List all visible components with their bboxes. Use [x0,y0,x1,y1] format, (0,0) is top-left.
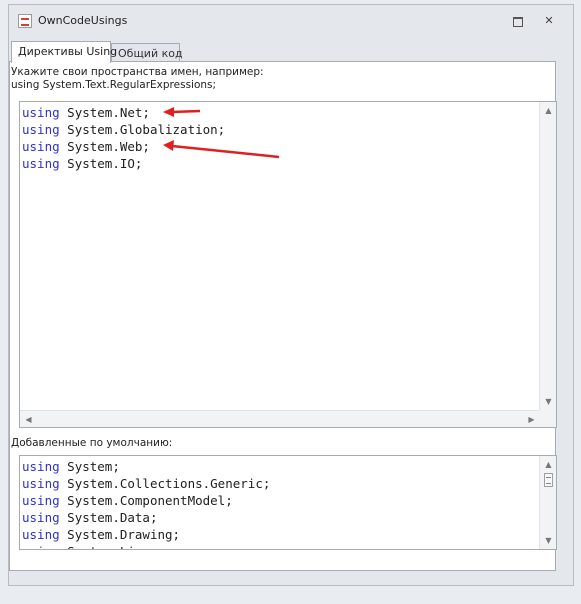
using-keyword: using [22,105,60,120]
title-bar: OwnCodeUsings ✕ [9,5,573,37]
using-keyword: using [22,459,60,474]
using-keyword: using [22,122,60,137]
scrollbar-corner [539,410,556,427]
close-icon[interactable]: ✕ [542,14,556,28]
using-keyword: using [22,510,60,525]
namespace-name: System.Globalization; [67,122,226,137]
default-using-line: using System.Linq; [22,543,270,549]
namespace-name: System; [67,459,120,474]
code-file-icon [18,14,32,28]
default-using-line: using System.Data; [22,509,270,526]
default-usings-code: using System; using System.Collections.Ge… [22,458,270,549]
default-usings-label: Добавленные по умолчанию: [11,437,173,449]
namespace-name: System.Collections.Generic; [67,476,271,491]
user-using-line: using System.Globalization; [22,121,225,138]
namespace-name: System.ComponentModel; [67,493,233,508]
user-using-line: using System.Net; [22,104,225,121]
using-keyword: using [22,476,60,491]
restore-window-icon[interactable] [510,14,524,28]
tab-common-code[interactable]: Общий код [111,43,183,62]
scroll-up-icon[interactable]: ▲ [540,456,556,473]
namespace-name: System.IO; [67,156,143,171]
hint-line-1: Укажите свои пространства имен, например… [11,66,264,78]
scroll-up-icon[interactable]: ▲ [540,102,557,119]
namespace-name: System.Drawing; [67,527,181,542]
scroll-down-icon[interactable]: ▼ [540,393,557,410]
default-using-line: using System.Collections.Generic; [22,475,270,492]
hint-line-2: using System.Text.RegularExpressions; [11,79,217,91]
user-usings-editor[interactable]: using System.Net; using System.Globalizat… [19,101,557,428]
using-keyword: using [22,156,60,171]
namespace-name: System.Web; [67,139,150,154]
default-using-line: using System; [22,458,270,475]
scroll-down-icon[interactable]: ▼ [540,532,556,549]
scroll-thumb[interactable] [544,473,553,487]
window-title: OwnCodeUsings [38,14,128,27]
user-using-line: using System.Web; [22,138,225,155]
user-usings-code[interactable]: using System.Net; using System.Globalizat… [22,104,225,172]
default-using-line: using System.Drawing; [22,526,270,543]
vertical-scrollbar[interactable]: ▲ ▼ [539,456,556,549]
namespace-name: System.Data; [67,510,158,525]
default-using-line: using System.ComponentModel; [22,492,270,509]
hint-text: Укажите свои пространства имен, например… [11,66,264,92]
using-keyword: using [22,139,60,154]
using-keyword: using [22,493,60,508]
namespace-name: System.Net; [67,105,150,120]
vertical-scrollbar[interactable]: ▲ ▼ [539,102,556,427]
horizontal-scrollbar[interactable]: ◀ ▶ [20,410,540,427]
namespace-name: System.Linq; [67,544,157,549]
user-using-line: using System.IO; [22,155,225,172]
default-usings-editor[interactable]: using System; using System.Collections.Ge… [19,455,557,550]
scroll-right-icon[interactable]: ▶ [523,411,540,428]
tab-using-directives[interactable]: Директивы Using [11,41,117,63]
using-keyword: using [22,544,60,549]
using-keyword: using [22,527,60,542]
scroll-left-icon[interactable]: ◀ [20,411,37,428]
